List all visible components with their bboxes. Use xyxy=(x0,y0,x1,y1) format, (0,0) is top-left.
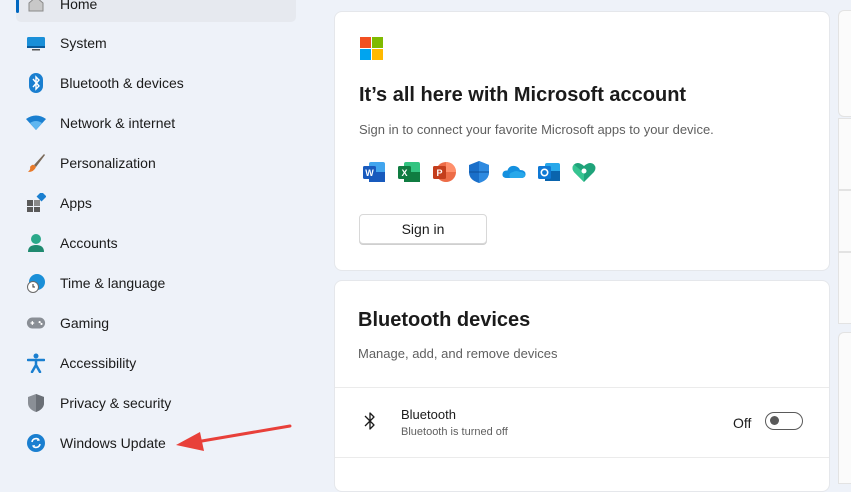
sidebar-item-network[interactable]: Network & internet xyxy=(16,105,296,141)
sidebar-item-apps[interactable]: Apps xyxy=(16,185,296,221)
gamepad-icon xyxy=(26,313,46,333)
system-icon xyxy=(26,33,46,53)
excel-icon: X xyxy=(396,159,422,185)
sidebar-item-label: Bluetooth & devices xyxy=(60,75,184,91)
sidebar-item-personalization[interactable]: Personalization xyxy=(16,145,296,181)
svg-text:P: P xyxy=(436,168,442,178)
bluetooth-icon xyxy=(26,73,46,93)
onedrive-icon xyxy=(501,159,527,185)
update-icon xyxy=(26,433,46,453)
home-icon xyxy=(26,0,46,14)
defender-icon xyxy=(466,159,492,185)
sidebar-item-label: Windows Update xyxy=(60,435,166,451)
word-icon: W xyxy=(361,159,387,185)
sidebar-item-label: Apps xyxy=(60,195,92,211)
bluetooth-toggle[interactable] xyxy=(765,412,803,430)
main-content: It’s all here with Microsoft account Sig… xyxy=(320,0,851,492)
sidebar-item-accessibility[interactable]: Accessibility xyxy=(16,345,296,381)
apps-icon xyxy=(26,193,46,213)
microsoft-account-card: It’s all here with Microsoft account Sig… xyxy=(334,11,830,271)
app-icons-row: W X P xyxy=(361,159,597,185)
sign-in-button[interactable]: Sign in xyxy=(359,214,487,244)
card-title: It’s all here with Microsoft account xyxy=(359,84,687,106)
sidebar-nav: Home System Bluetooth & devices Network … xyxy=(0,0,330,479)
brush-icon xyxy=(26,153,46,173)
bluetooth-row-status: Bluetooth is turned off xyxy=(401,426,508,438)
sidebar-item-label: Network & internet xyxy=(60,115,176,131)
sidebar-item-accounts[interactable]: Accounts xyxy=(16,225,296,261)
divider xyxy=(335,457,829,458)
sidebar-item-home[interactable]: Home xyxy=(16,0,296,22)
accessibility-icon xyxy=(26,353,46,373)
wifi-icon xyxy=(26,113,46,133)
selection-indicator xyxy=(16,0,19,13)
sidebar-item-label: Home xyxy=(60,0,98,12)
sidebar-item-time-language[interactable]: Time & language xyxy=(16,265,296,301)
bluetooth-devices-card: Bluetooth devices Manage, add, and remov… xyxy=(334,280,830,492)
divider xyxy=(335,387,829,388)
svg-text:W: W xyxy=(365,168,374,178)
right-panel-edge xyxy=(836,0,851,484)
bluetooth-icon xyxy=(363,411,377,436)
svg-text:X: X xyxy=(401,168,407,178)
toggle-knob xyxy=(770,416,779,425)
sidebar-item-label: Privacy & security xyxy=(60,395,172,411)
family-safety-icon xyxy=(571,159,597,185)
sidebar-item-gaming[interactable]: Gaming xyxy=(16,305,296,341)
globe-clock-icon xyxy=(26,273,46,293)
sidebar-item-label: Accessibility xyxy=(60,355,137,371)
toggle-state-label: Off xyxy=(733,415,752,431)
sidebar-item-privacy[interactable]: Privacy & security xyxy=(16,385,296,421)
sidebar-item-label: Accounts xyxy=(60,235,118,251)
card-title: Bluetooth devices xyxy=(358,309,531,331)
shield-icon xyxy=(26,393,46,413)
microsoft-logo-icon xyxy=(360,37,383,60)
sidebar-item-bluetooth[interactable]: Bluetooth & devices xyxy=(16,65,296,101)
sidebar-item-windows-update[interactable]: Windows Update xyxy=(16,425,296,461)
sidebar-item-label: System xyxy=(60,35,107,51)
card-subtitle: Manage, add, and remove devices xyxy=(358,346,558,361)
person-icon xyxy=(26,233,46,253)
card-subtitle: Sign in to connect your favorite Microso… xyxy=(359,122,714,137)
sidebar-item-label: Gaming xyxy=(60,315,110,331)
sidebar-item-system[interactable]: System xyxy=(16,25,296,61)
bluetooth-row-title: Bluetooth xyxy=(401,407,456,422)
outlook-icon xyxy=(536,159,562,185)
sidebar-item-label: Time & language xyxy=(60,275,166,291)
sidebar-item-label: Personalization xyxy=(60,155,156,171)
powerpoint-icon: P xyxy=(431,159,457,185)
